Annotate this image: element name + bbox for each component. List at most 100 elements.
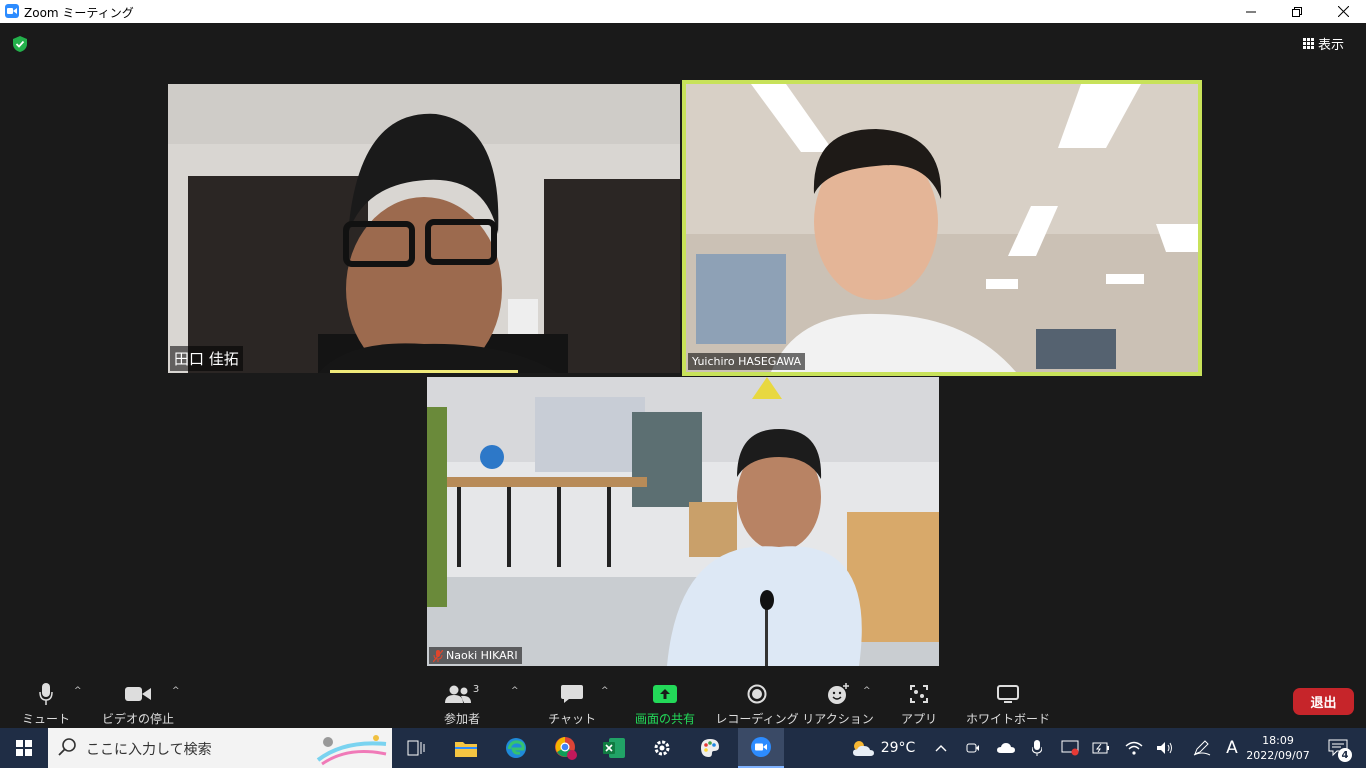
apps-button[interactable]: アプリ: [898, 678, 940, 728]
reaction-smiley-icon: [828, 683, 849, 704]
ime-mode-indicator[interactable]: A: [1220, 728, 1244, 768]
video-feed-1: [168, 84, 680, 373]
taskbar-search-box[interactable]: ここに入力して検索: [48, 728, 392, 768]
weather-widget[interactable]: 29°C: [848, 728, 918, 768]
record-icon: [747, 684, 767, 704]
leave-meeting-button[interactable]: 退出: [1293, 688, 1354, 715]
meet-now-camera-icon: [966, 743, 979, 753]
video-tile-3[interactable]: Naoki HIKARI: [427, 377, 939, 666]
record-button[interactable]: レコーディング: [715, 678, 799, 728]
participant-name-3: Naoki HIKARI: [446, 649, 518, 662]
show-hidden-icons-button[interactable]: [930, 728, 952, 768]
participants-options-chevron-up-icon[interactable]: ^: [511, 686, 519, 696]
pen-workspace-icon: [1193, 740, 1211, 756]
search-icon: [58, 738, 76, 756]
taskbar-zoom[interactable]: [738, 728, 784, 768]
participant-name-1: 田口 佳拓: [170, 346, 243, 371]
meeting-toolbar: ミュート ^ ビデオの停止 ^ 3 参加者 ^ チャット ^ 画面の共有 レコー…: [0, 678, 1366, 728]
minimize-icon: [1246, 11, 1256, 12]
participants-icon: [444, 685, 471, 703]
participant-name-2: Yuichiro HASEGAWA: [688, 353, 806, 370]
tray-volume[interactable]: [1154, 728, 1176, 768]
microphone-icon: [39, 683, 53, 705]
speaking-indicator: [330, 370, 518, 373]
close-button[interactable]: [1320, 0, 1366, 23]
speaker-volume-icon: [1157, 742, 1172, 754]
participants-count: 3: [472, 683, 480, 695]
record-label: レコーディング: [715, 712, 799, 726]
edge-browser-icon: [506, 738, 526, 758]
muted-mic-icon: [433, 649, 443, 662]
video-label: ビデオの停止: [101, 712, 174, 726]
tray-pen[interactable]: [1190, 728, 1214, 768]
zoom-app-icon: [5, 4, 19, 18]
excel-icon: [603, 738, 625, 758]
minimize-button[interactable]: [1228, 0, 1274, 23]
chrome-browser-icon: [555, 737, 577, 760]
search-highlight-illustration-icon: [316, 735, 387, 766]
taskbar-excel[interactable]: [594, 728, 634, 768]
window-title: Zoom ミーティング: [24, 6, 134, 20]
share-screen-icon: [653, 685, 677, 703]
mute-label: ミュート: [21, 712, 70, 726]
chevron-up-icon: [935, 745, 947, 752]
participant-name-3-wrap: Naoki HIKARI: [429, 647, 522, 664]
notification-count-badge: 4: [1338, 748, 1352, 762]
chat-options-chevron-up-icon[interactable]: ^: [601, 686, 609, 696]
apps-icon: [910, 685, 928, 703]
task-view-button[interactable]: [396, 728, 436, 768]
chat-bubble-icon: [561, 685, 583, 703]
video-feed-3: [427, 377, 939, 666]
participants-label: 参加者: [443, 712, 480, 726]
tray-onedrive[interactable]: [994, 728, 1018, 768]
reactions-button[interactable]: リアクション: [802, 678, 874, 728]
video-tile-1[interactable]: 田口 佳拓: [168, 84, 680, 373]
weather-temperature: 29°C: [880, 740, 916, 756]
stop-video-button[interactable]: ビデオの停止: [100, 678, 176, 728]
tray-screen-record[interactable]: [1058, 728, 1082, 768]
video-feed-2: [686, 84, 1198, 372]
battery-charging-icon: [1092, 742, 1109, 754]
tray-wifi[interactable]: [1122, 728, 1146, 768]
restore-button[interactable]: [1274, 0, 1320, 23]
close-icon: [1337, 6, 1349, 17]
whiteboard-icon: [997, 685, 1019, 703]
whiteboard-button[interactable]: ホワイトボード: [966, 678, 1050, 728]
clock-time: 18:09: [1262, 734, 1294, 747]
notification-center-button[interactable]: 4: [1318, 728, 1358, 768]
taskbar-paint[interactable]: [690, 728, 730, 768]
taskbar-edge[interactable]: [496, 728, 536, 768]
chat-label: チャット: [548, 712, 596, 726]
window-titlebar: Zoom ミーティング: [0, 0, 1366, 23]
taskbar-chrome[interactable]: [546, 728, 586, 768]
onedrive-cloud-icon: [997, 743, 1015, 753]
taskbar-settings[interactable]: [642, 728, 682, 768]
windows-logo-icon: [16, 740, 32, 756]
tray-microphone[interactable]: [1028, 728, 1046, 768]
view-toggle-button[interactable]: 表示: [1303, 30, 1357, 56]
search-placeholder: ここに入力して検索: [86, 742, 212, 758]
video-tile-2[interactable]: Yuichiro HASEGAWA: [682, 80, 1202, 376]
security-shield-icon[interactable]: [11, 35, 29, 53]
folder-icon: [455, 742, 477, 757]
taskbar-clock[interactable]: 18:09 2022/09/07: [1246, 728, 1310, 768]
taskbar-file-explorer[interactable]: [446, 728, 486, 768]
participants-button[interactable]: 3 参加者: [438, 678, 486, 728]
gear-icon: [654, 740, 670, 756]
mute-options-chevron-up-icon[interactable]: ^: [74, 686, 82, 696]
reactions-options-chevron-up-icon[interactable]: ^: [863, 686, 871, 696]
start-button[interactable]: [0, 728, 48, 768]
tray-battery[interactable]: [1090, 728, 1112, 768]
tray-meet-now[interactable]: [962, 728, 984, 768]
video-options-chevron-up-icon[interactable]: ^: [172, 686, 180, 696]
gallery-grid-icon: [1303, 37, 1314, 49]
windows-taskbar: ここに入力して検索 29°C A 18:09 2022/09/07 4: [0, 728, 1366, 768]
share-screen-button[interactable]: 画面の共有: [630, 678, 700, 728]
view-label: 表示: [1318, 37, 1345, 53]
mute-button[interactable]: ミュート: [20, 678, 72, 728]
paint-palette-icon: [701, 739, 719, 757]
chat-button[interactable]: チャット: [548, 678, 596, 728]
zoom-app-icon: [751, 737, 771, 757]
clock-date: 2022/09/07: [1246, 749, 1310, 762]
wifi-icon: [1125, 741, 1143, 755]
